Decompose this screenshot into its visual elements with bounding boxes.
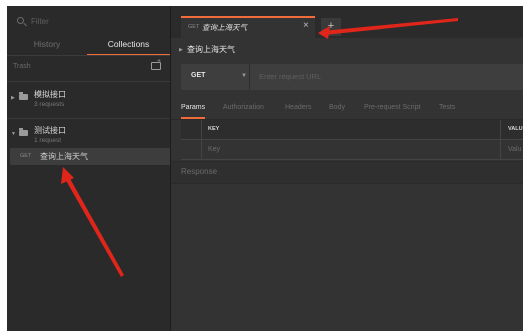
postman-window: History Collections Trash ▶ 模拟接口 3 reque… bbox=[7, 6, 523, 331]
collection-item[interactable]: ▶ 模拟接口 3 requests bbox=[7, 84, 170, 116]
tab-pre-request-script[interactable]: Pre-request Script bbox=[364, 102, 420, 119]
tab-tests[interactable]: Tests bbox=[439, 102, 455, 119]
collection-count: 3 requests bbox=[34, 101, 65, 108]
collection-count: 1 request bbox=[34, 137, 62, 144]
column-key: KEY bbox=[208, 126, 220, 132]
filter-input[interactable] bbox=[31, 15, 161, 28]
divider bbox=[7, 55, 170, 56]
filter-box[interactable] bbox=[13, 14, 165, 30]
tab-history[interactable]: History bbox=[7, 36, 87, 56]
folder-icon bbox=[19, 128, 28, 136]
table-row: Key Valu bbox=[181, 140, 523, 160]
tab-collections[interactable]: Collections bbox=[87, 36, 170, 56]
new-collection-icon[interactable] bbox=[151, 58, 161, 70]
add-tab-button[interactable]: + bbox=[321, 18, 341, 36]
tab-title: 查询上海天气 bbox=[202, 23, 247, 32]
url-bar: GET ▼ bbox=[181, 64, 523, 90]
request-item[interactable]: GET 查询上海天气 bbox=[10, 148, 170, 165]
method-badge: GET bbox=[20, 153, 32, 159]
caret-right-icon[interactable]: ▶ bbox=[179, 47, 183, 53]
tab-headers[interactable]: Headers bbox=[285, 102, 311, 119]
tab-authorization[interactable]: Authorization bbox=[223, 102, 264, 119]
key-field[interactable]: Key bbox=[202, 140, 501, 159]
main-panel: GET 查询上海天气 × + ▶ 查询上海天气 GET ▼ Params Aut… bbox=[171, 6, 523, 331]
value-placeholder: Valu bbox=[508, 146, 522, 153]
response-section[interactable]: Response bbox=[171, 161, 523, 184]
search-icon bbox=[17, 17, 24, 24]
row-checkbox[interactable] bbox=[181, 140, 202, 159]
request-tabbar: GET 查询上海天气 × + bbox=[171, 6, 523, 38]
divider bbox=[7, 81, 170, 82]
tab-body[interactable]: Body bbox=[329, 102, 345, 119]
params-table: KEY VALU Key Valu bbox=[181, 120, 523, 160]
caret-down-icon[interactable]: ▼ bbox=[11, 131, 16, 137]
sidebar: History Collections Trash ▶ 模拟接口 3 reque… bbox=[7, 6, 171, 331]
key-placeholder: Key bbox=[208, 146, 221, 153]
url-input[interactable] bbox=[259, 70, 509, 83]
caret-right-icon[interactable]: ▶ bbox=[11, 95, 15, 101]
response-label: Response bbox=[181, 167, 218, 176]
chevron-down-icon: ▼ bbox=[241, 73, 247, 79]
method-select[interactable]: GET ▼ bbox=[181, 64, 250, 90]
collection-name: 模拟接口 bbox=[34, 90, 66, 99]
value-field[interactable]: Valu bbox=[502, 140, 523, 159]
request-name: 查询上海天气 bbox=[187, 45, 235, 54]
trash-link[interactable]: Trash bbox=[13, 63, 31, 70]
request-subtabs: Params Authorization Headers Body Pre-re… bbox=[181, 102, 523, 119]
close-icon[interactable]: × bbox=[303, 20, 309, 31]
tab-method: GET bbox=[188, 24, 200, 30]
sidebar-tabs: History Collections bbox=[7, 36, 170, 56]
table-header: KEY VALU bbox=[181, 120, 523, 140]
divider bbox=[7, 118, 170, 119]
tab-params[interactable]: Params bbox=[181, 102, 206, 119]
folder-icon bbox=[19, 92, 28, 100]
request-name: 查询上海天气 bbox=[40, 152, 88, 161]
column-value: VALU bbox=[508, 126, 523, 132]
method-value: GET bbox=[191, 72, 206, 79]
collection-name: 测试接口 bbox=[34, 126, 66, 135]
request-tab[interactable]: GET 查询上海天气 × bbox=[181, 16, 315, 38]
